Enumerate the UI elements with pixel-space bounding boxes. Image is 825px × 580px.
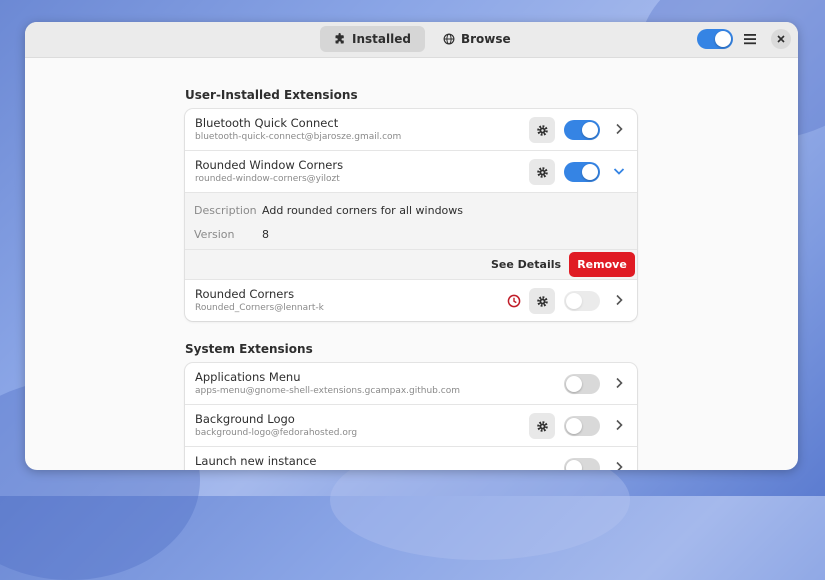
tab-installed-label: Installed xyxy=(352,32,411,46)
close-button[interactable] xyxy=(771,29,791,49)
extensions-list: User-Installed Extensions Bluetooth Quic… xyxy=(185,58,637,470)
settings-button[interactable] xyxy=(529,117,555,143)
error-icon xyxy=(507,294,521,308)
version-line: Version 8 xyxy=(194,228,269,241)
see-details-button[interactable]: See Details xyxy=(491,258,561,271)
extension-text: Applications Menu apps-menu@gnome-shell-… xyxy=(195,370,460,396)
extension-row[interactable]: Launch new instance xyxy=(185,447,637,470)
extension-toggle[interactable] xyxy=(564,416,600,436)
chevron-right-icon[interactable] xyxy=(613,377,625,389)
chevron-right-icon[interactable] xyxy=(613,123,625,135)
extension-text: Background Logo background-logo@fedoraho… xyxy=(195,412,357,438)
chevron-right-icon[interactable] xyxy=(613,294,625,306)
close-icon xyxy=(777,35,785,43)
gear-icon xyxy=(536,295,548,307)
extension-toggle[interactable] xyxy=(564,291,600,311)
extensions-window: Installed Browse User-Installed Extensio… xyxy=(25,22,798,470)
globe-icon xyxy=(443,33,455,45)
extension-toggle[interactable] xyxy=(564,162,600,182)
extension-text: Rounded Corners Rounded_Corners@lennart-… xyxy=(195,287,324,313)
version-value: 8 xyxy=(262,228,269,241)
section-title-user: User-Installed Extensions xyxy=(185,88,358,102)
user-extensions-card: Bluetooth Quick Connect bluetooth-quick-… xyxy=(185,109,637,321)
extension-name: Bluetooth Quick Connect xyxy=(195,116,339,130)
toggle-knob xyxy=(582,122,598,138)
extension-uuid: bluetooth-quick-connect@bjarosze.gmail.c… xyxy=(195,132,402,142)
extension-name: Launch new instance xyxy=(195,454,317,468)
toggle-knob xyxy=(566,418,582,434)
tab-browse-label: Browse xyxy=(460,32,511,46)
version-label: Version xyxy=(194,228,235,241)
toggle-knob xyxy=(566,376,582,392)
settings-button[interactable] xyxy=(529,159,555,185)
extension-uuid: Rounded_Corners@lennart-k xyxy=(195,303,324,313)
toggle-knob xyxy=(715,31,731,47)
extension-row[interactable]: Applications Menu apps-menu@gnome-shell-… xyxy=(185,363,637,405)
extension-text: Launch new instance xyxy=(195,454,316,470)
extension-row[interactable]: Rounded Window Corners rounded-window-co… xyxy=(185,151,637,193)
chevron-right-icon[interactable] xyxy=(613,461,625,470)
extension-row[interactable]: Bluetooth Quick Connect bluetooth-quick-… xyxy=(185,109,637,151)
extension-toggle[interactable] xyxy=(564,458,600,470)
description-value: Add rounded corners for all windows xyxy=(262,204,464,217)
extension-uuid: rounded-window-corners@yilozt xyxy=(195,174,340,184)
extension-toggle[interactable] xyxy=(564,374,600,394)
extension-uuid: apps-menu@gnome-shell-extensions.gcampax… xyxy=(195,386,460,396)
extension-toggle[interactable] xyxy=(564,120,600,140)
hamburger-menu-icon[interactable] xyxy=(743,31,757,47)
extension-text: Rounded Window Corners rounded-window-co… xyxy=(195,158,343,184)
gear-icon xyxy=(536,420,548,432)
description-line: Description Add rounded corners for all … xyxy=(194,204,463,217)
extension-details: Description Add rounded corners for all … xyxy=(185,193,637,250)
extension-actions: See Details Remove xyxy=(185,250,637,280)
chevron-down-icon[interactable] xyxy=(613,165,625,177)
toggle-knob xyxy=(566,460,582,470)
section-title-system: System Extensions xyxy=(185,342,313,356)
tab-browse[interactable]: Browse xyxy=(429,26,525,52)
extension-name: Background Logo xyxy=(195,412,295,426)
toggle-knob xyxy=(582,164,598,180)
settings-button[interactable] xyxy=(529,288,555,314)
extension-name: Applications Menu xyxy=(195,370,301,384)
gear-icon xyxy=(536,124,548,136)
puzzle-icon xyxy=(335,33,344,44)
settings-button[interactable] xyxy=(529,413,555,439)
extension-row[interactable]: Rounded Corners Rounded_Corners@lennart-… xyxy=(185,280,637,321)
view-switcher: Installed Browse xyxy=(320,26,525,52)
description-label: Description xyxy=(194,204,257,217)
system-extensions-card: Applications Menu apps-menu@gnome-shell-… xyxy=(185,363,637,470)
gear-icon xyxy=(536,166,548,178)
extension-name: Rounded Window Corners xyxy=(195,158,344,172)
chevron-right-icon[interactable] xyxy=(613,419,625,431)
extension-row[interactable]: Background Logo background-logo@fedoraho… xyxy=(185,405,637,447)
remove-button[interactable]: Remove xyxy=(569,252,635,277)
extension-name: Rounded Corners xyxy=(195,287,295,301)
extension-text: Bluetooth Quick Connect bluetooth-quick-… xyxy=(195,116,401,142)
toggle-knob xyxy=(566,293,582,309)
tab-installed[interactable]: Installed xyxy=(320,26,425,52)
extension-uuid: background-logo@fedorahosted.org xyxy=(195,428,358,438)
global-extensions-toggle[interactable] xyxy=(697,29,733,49)
header-bar: Installed Browse xyxy=(25,22,798,58)
